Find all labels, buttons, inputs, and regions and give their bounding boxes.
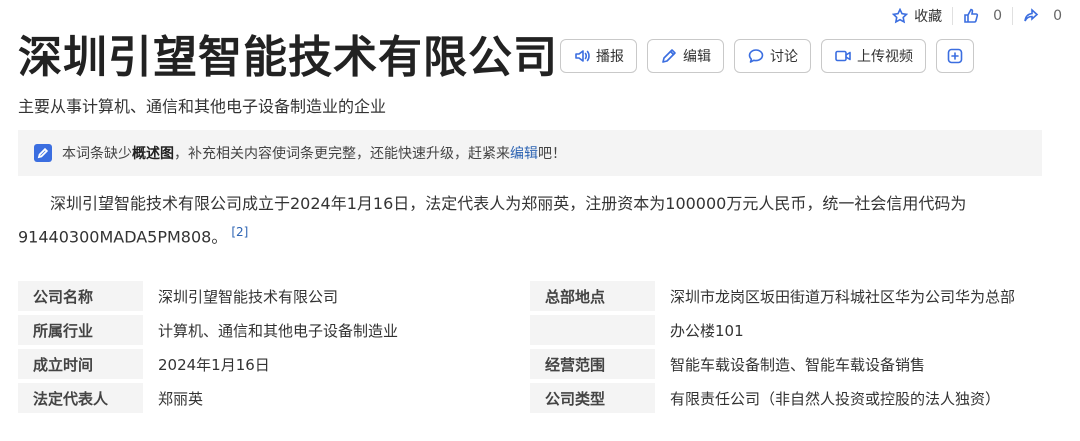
notice-bold-text: 概述图 [132,146,174,162]
like-button[interactable]: 0 [953,8,1012,24]
info-value: 深圳市龙岗区坂田街道万科城社区华为公司华为总部 [655,281,1042,311]
video-camera-icon [835,50,851,62]
notice-text-before: 本词条缺少 [62,146,132,162]
info-value: 深圳引望智能技术有限公司 [143,281,530,311]
action-bar: 播报 编辑 讨论 上传视频 [560,39,974,73]
thumbs-up-icon [964,8,979,23]
info-row: 法定代表人 郑丽英 公司类型 有限责任公司（非自然人投资或控股的法人独资） [18,381,1042,415]
share-button[interactable]: 0 [1013,8,1072,24]
speaker-icon [575,50,590,62]
info-label: 经营范围 [530,349,655,379]
summary-paragraph: 深圳引望智能技术有限公司成立于2024年1月16日，法定代表人为郑丽英，注册资本… [18,190,1048,251]
info-row: 所属行业 计算机、通信和其他电子设备制造业 办公楼101 [18,313,1042,347]
info-value: 计算机、通信和其他电子设备制造业 [143,315,530,345]
plus-square-icon [947,48,963,64]
discuss-label: 讨论 [770,49,798,65]
share-count: 0 [1053,8,1062,24]
upload-video-label: 上传视频 [857,49,913,65]
info-value: 郑丽英 [143,383,530,413]
star-icon [892,8,909,24]
reference-link[interactable]: [2] [231,225,248,239]
broadcast-label: 播报 [596,49,624,65]
info-row: 公司名称 深圳引望智能技术有限公司 总部地点 深圳市龙岗区坂田街道万科城社区华为… [18,279,1042,313]
missing-image-notice: 本词条缺少 概述图 ，补充相关内容使词条更完整，还能快速升级，赶紧来 编辑 吧！ [18,130,1042,176]
broadcast-button[interactable]: 播报 [560,39,637,73]
info-value: 办公楼101 [655,315,1042,345]
info-value: 有限责任公司（非自然人投资或控股的法人独资） [655,383,1042,413]
notice-text-after: 吧！ [538,146,566,162]
info-row: 成立时间 2024年1月16日 经营范围 智能车载设备制造、智能车载设备销售 [18,347,1042,381]
info-label: 所属行业 [18,315,143,345]
basic-info-table: 公司名称 深圳引望智能技术有限公司 总部地点 深圳市龙岗区坂田街道万科城社区华为… [18,279,1042,415]
page-title: 深圳引望智能技术有限公司 [18,32,558,83]
info-value: 2024年1月16日 [143,349,530,379]
info-label: 公司类型 [530,383,655,413]
edit-button[interactable]: 编辑 [647,39,724,73]
top-toolbar: 收藏 0 0 [882,6,1072,26]
favorite-button[interactable]: 收藏 [882,6,952,26]
upload-video-button[interactable]: 上传视频 [821,39,926,73]
share-icon [1024,8,1039,22]
like-count: 0 [993,8,1003,24]
chat-bubble-icon [748,49,764,63]
pencil-icon [662,49,676,63]
summary-text: 深圳引望智能技术有限公司成立于2024年1月16日，法定代表人为郑丽英，注册资本… [18,194,967,247]
info-label: 成立时间 [18,349,143,379]
info-label [530,315,655,345]
info-label: 总部地点 [530,281,655,311]
edit-label: 编辑 [683,49,711,65]
add-button[interactable] [936,39,974,73]
notice-edit-link[interactable]: 编辑 [510,143,538,163]
info-label: 法定代表人 [18,383,143,413]
discuss-button[interactable]: 讨论 [734,39,811,73]
info-label: 公司名称 [18,281,143,311]
edit-pen-icon [34,144,52,162]
notice-text-middle: ，补充相关内容使词条更完整，还能快速升级，赶紧来 [174,146,510,162]
favorite-label: 收藏 [914,9,943,25]
page-subtitle: 主要从事计算机、通信和其他电子设备制造业的企业 [18,97,387,116]
info-value: 智能车载设备制造、智能车载设备销售 [655,349,1042,379]
